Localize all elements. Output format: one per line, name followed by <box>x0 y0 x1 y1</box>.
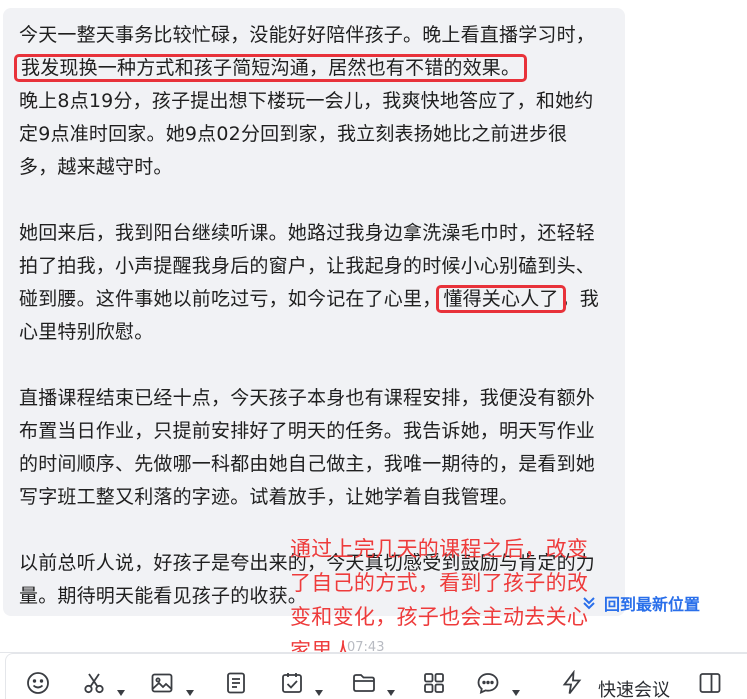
todo-button[interactable] <box>278 669 306 697</box>
message-line: 碰到腰。这件事她以前吃过亏，如今记在了心里， 懂得关心人了 ，我 <box>19 283 611 316</box>
message-paragraph-2: 她回来后，我到阳台继续听课。她路过我身边拿洗澡毛巾时，还轻轻 拍了拍我，小声提醒… <box>19 217 611 349</box>
message-line: 今天一整天事务比较忙碌，没能好好陪伴孩子。晚上看直播学习时， <box>19 24 596 46</box>
message-paragraph-3: 直播课程结束已经十点，今天孩子本身也有课程安排，我便没有额外 布置当日作业，只提… <box>19 382 611 514</box>
annotation-line: 变和变化，孩子也会主动去关心 <box>290 605 589 629</box>
document-icon <box>227 672 245 694</box>
caret-down-icon <box>387 690 395 696</box>
input-toolbar: 快速会议 <box>0 652 747 699</box>
message-line-highlighted: 我发现换一种方式和孩子简短沟通，居然也有不错的效果。 <box>13 52 611 85</box>
message-line: 多，越来越守时。 <box>19 156 173 178</box>
caret-down-icon <box>117 690 125 696</box>
screenshot-dropdown-caret[interactable] <box>117 681 125 696</box>
highlight-box-1: 我发现换一种方式和孩子简短沟通，居然也有不错的效果。 <box>13 54 528 82</box>
document-button[interactable] <box>222 669 250 697</box>
message-line: 她回来后，我到阳台继续听课。她路过我身边拿洗澡毛巾时，还轻轻 <box>19 222 596 244</box>
scissors-icon <box>84 673 104 694</box>
quick-meeting-button[interactable] <box>558 669 586 697</box>
sidebar-toggle-button[interactable] <box>696 669 724 697</box>
message-line: 心里特别欣慰。 <box>19 321 154 343</box>
message-line: 的时间顺序、先做哪一科都由她自己做主，我唯一期待的，是看到她 <box>19 453 596 475</box>
emoji-button[interactable] <box>24 669 52 697</box>
quick-meeting-label[interactable]: 快速会议 <box>598 676 670 699</box>
emoji-icon <box>27 672 49 694</box>
message-line: 定9点准时回家。她9点02分回到家，我立刻表扬她比之前进步很 <box>19 123 568 145</box>
folder-icon <box>353 674 375 692</box>
message-line: 晚上8点19分，孩子提出想下楼玩一会儿，我爽快地答应了，和她约 <box>19 90 594 112</box>
message-text: ，我 <box>560 288 600 310</box>
annotation-line: 通过上完几天的课程之后，改变 <box>290 537 589 561</box>
todo-icon <box>282 673 302 693</box>
caret-down-icon <box>186 690 194 696</box>
image-button[interactable] <box>148 669 176 697</box>
message-line: 布置当日作业，只提前安排好了明天的任务。我告诉她，明天写作业 <box>19 420 596 442</box>
toolbar-frame: 快速会议 <box>5 653 747 699</box>
highlight-box-2: 懂得关心人了 <box>436 285 566 313</box>
folder-dropdown-caret[interactable] <box>387 681 395 696</box>
chat-dropdown-caret[interactable] <box>512 681 520 696</box>
message-line: 写字班工整又利落的字迹。试着放手，让她学着自我管理。 <box>19 486 519 508</box>
sidebar-panel-icon <box>699 673 721 693</box>
message-text: 碰到腰。这件事她以前吃过亏，如今记在了心里， <box>19 288 442 310</box>
message-line: 直播课程结束已经十点，今天孩子本身也有课程安排，我便没有额外 <box>19 387 596 409</box>
annotation-line: 了自己的方式，看到了孩子的改 <box>290 571 589 595</box>
message-line: 拍了拍我，小声提醒我身后的窗户，让我起身的时候小心别磕到头、 <box>19 255 596 277</box>
apps-button[interactable] <box>420 669 448 697</box>
chat-area: 今天一整天事务比较忙碌，没能好好陪伴孩子。晚上看直播学习时， 我发现换一种方式和… <box>0 0 747 663</box>
message-paragraph-1: 今天一整天事务比较忙碌，没能好好陪伴孩子。晚上看直播学习时， 我发现换一种方式和… <box>13 19 611 184</box>
screenshot-button[interactable] <box>80 669 108 697</box>
chat-icon <box>477 673 499 695</box>
image-icon <box>151 673 173 693</box>
image-dropdown-caret[interactable] <box>186 681 194 696</box>
todo-dropdown-caret[interactable] <box>315 681 323 696</box>
folder-button[interactable] <box>350 669 378 697</box>
message-bubble: 今天一整天事务比较忙碌，没能好好陪伴孩子。晚上看直播学习时， 我发现换一种方式和… <box>3 8 625 616</box>
apps-icon <box>424 673 444 693</box>
chat-button[interactable] <box>474 669 502 697</box>
handwritten-annotation: 通过上完几天的课程之后，改变 了自己的方式，看到了孩子的改 变和变化，孩子也会主… <box>290 532 638 668</box>
caret-down-icon <box>315 690 323 696</box>
lightning-icon <box>562 670 582 695</box>
caret-down-icon <box>512 690 520 696</box>
